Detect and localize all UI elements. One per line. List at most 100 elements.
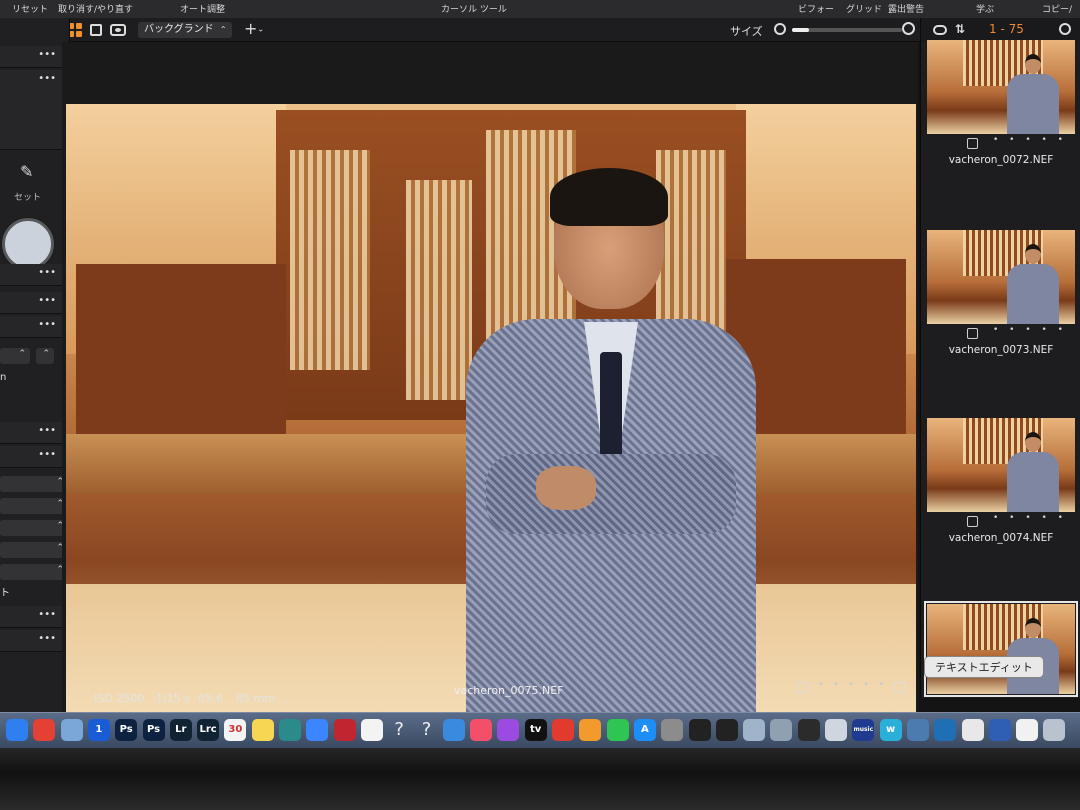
quicktime-icon[interactable] — [934, 719, 957, 741]
inspector-row[interactable]: ••• — [0, 46, 62, 68]
thumbnail-checkbox[interactable] — [967, 138, 978, 149]
finder-icon[interactable] — [6, 719, 28, 741]
background-select[interactable]: バックグランド ⌃ — [138, 22, 232, 38]
star-app-icon[interactable] — [797, 719, 820, 741]
grid-button[interactable]: グリッド — [846, 2, 882, 15]
inspector-row[interactable]: ••• — [0, 292, 62, 314]
facetime-icon[interactable] — [606, 719, 629, 741]
calendar-icon[interactable]: 30 — [224, 719, 247, 741]
more-button[interactable] — [36, 348, 54, 364]
books-icon[interactable] — [579, 719, 602, 741]
unknown-a-icon[interactable]: ? — [388, 719, 410, 741]
podcasts-icon[interactable] — [497, 719, 520, 741]
apple-tv-icon[interactable]: tv — [524, 719, 547, 741]
amazon-music-icon[interactable]: music — [852, 719, 875, 741]
exposure-warning-button[interactable]: 露出警告 — [888, 2, 924, 15]
w-app-icon[interactable]: w — [879, 719, 902, 741]
main-photo[interactable] — [66, 104, 916, 712]
preview-icon[interactable] — [60, 719, 83, 741]
inspector-row[interactable]: ••• — [0, 422, 62, 444]
more-icon[interactable]: ••• — [38, 49, 56, 60]
capture-one-icon[interactable] — [743, 719, 766, 741]
more-icon[interactable]: ••• — [38, 609, 56, 620]
textedit-icon[interactable] — [961, 719, 984, 741]
thumbnail-checkbox[interactable] — [967, 328, 978, 339]
trash-icon[interactable] — [1043, 719, 1066, 741]
more-icon[interactable]: ••• — [38, 425, 56, 436]
single-view-icon[interactable] — [90, 24, 102, 36]
keynote-icon[interactable] — [442, 719, 465, 741]
acrobat-icon[interactable] — [552, 719, 574, 741]
inspector-stepper[interactable] — [0, 498, 68, 514]
1password-icon[interactable]: 1 — [87, 719, 110, 741]
copy-button[interactable]: コピー/ — [1042, 2, 1072, 15]
thumbnail-image[interactable] — [924, 601, 1078, 697]
thumbnail-image[interactable] — [927, 418, 1075, 512]
undo-redo-button[interactable]: 取り消す/やり直す — [58, 2, 133, 15]
chrome-icon[interactable] — [33, 719, 56, 741]
pen-icon[interactable]: ✎ — [20, 162, 33, 181]
image-capture-icon[interactable] — [906, 719, 929, 741]
select-checkbox[interactable] — [796, 682, 807, 693]
zoom-in-icon[interactable] — [902, 22, 915, 35]
color-tag-icon[interactable] — [894, 682, 905, 693]
thumbnail-rating[interactable]: • • • • • — [993, 325, 1067, 335]
system-prefs-icon[interactable] — [661, 719, 684, 741]
inspector-row[interactable]: ••• — [0, 70, 62, 150]
size-slider[interactable] — [792, 28, 902, 32]
inspector-stepper[interactable] — [0, 520, 68, 536]
color-picker-circle[interactable] — [2, 218, 54, 270]
utility-icon[interactable] — [770, 719, 793, 741]
more-icon[interactable]: ••• — [38, 633, 56, 644]
more-icon[interactable]: ••• — [38, 73, 56, 84]
photoshop-b-icon[interactable]: Ps — [142, 719, 165, 741]
viewer-eye-icon[interactable] — [110, 24, 126, 36]
reset-button[interactable]: リセット — [12, 2, 48, 15]
inspector-stepper[interactable] — [0, 476, 68, 492]
inspector-row[interactable]: ••• — [0, 446, 62, 468]
nikon-b-icon[interactable] — [715, 719, 738, 741]
inspector-stepper[interactable] — [0, 542, 68, 558]
add-button[interactable]: +⌄ — [244, 20, 264, 39]
thumbnail-image[interactable] — [927, 230, 1075, 324]
search-icon[interactable] — [1059, 23, 1071, 35]
inspector-row[interactable]: ••• — [0, 264, 62, 286]
inspector-select[interactable] — [0, 348, 30, 364]
inspector-row[interactable]: ••• — [0, 630, 62, 652]
messenger-icon[interactable] — [306, 719, 329, 741]
thumbnail-checkbox[interactable] — [967, 516, 978, 527]
grid-view-icon[interactable] — [68, 23, 82, 37]
eye-icon[interactable] — [933, 25, 947, 35]
thumbnail-rating[interactable]: • • • • • — [993, 513, 1067, 523]
cursor-tool-button[interactable]: カーソル ツール — [441, 2, 507, 15]
inspector-row[interactable]: ••• — [0, 606, 62, 628]
thumbnail-rating[interactable]: • • • • • — [993, 135, 1067, 145]
learn-button[interactable]: 学ぶ — [976, 2, 994, 15]
sort-icon[interactable]: ⇅ — [955, 22, 965, 36]
rating-dots[interactable]: • • • • • — [818, 679, 887, 690]
zoom-out-icon[interactable] — [774, 23, 786, 35]
music-icon[interactable] — [470, 719, 493, 741]
files-icon[interactable] — [825, 719, 847, 741]
lightroom-classic-icon[interactable]: Lr — [169, 719, 192, 741]
before-button[interactable]: ビフォー — [798, 2, 834, 15]
photos-icon[interactable] — [360, 719, 383, 741]
nikon-a-icon[interactable] — [688, 719, 711, 741]
blue-app-icon[interactable] — [988, 719, 1011, 741]
time-machine-icon[interactable] — [279, 719, 301, 741]
photos-b-icon[interactable] — [1016, 719, 1039, 741]
inspector-stepper[interactable] — [0, 564, 68, 580]
thumbnail-image[interactable] — [927, 40, 1075, 134]
photoshop-a-icon[interactable]: Ps — [115, 719, 138, 741]
photo-booth-icon[interactable] — [333, 719, 356, 741]
more-icon[interactable]: ••• — [38, 319, 56, 330]
lightroom-icon[interactable]: Lrc — [197, 719, 220, 741]
more-icon[interactable]: ••• — [38, 449, 56, 460]
notes-icon[interactable] — [251, 719, 274, 741]
more-icon[interactable]: ••• — [38, 295, 56, 306]
unknown-b-icon[interactable]: ? — [416, 719, 438, 741]
app-store-icon[interactable]: A — [633, 719, 656, 741]
more-icon[interactable]: ••• — [38, 267, 56, 278]
inspector-row[interactable]: ••• — [0, 316, 62, 338]
auto-adjust-button[interactable]: オート調整 — [180, 2, 225, 15]
